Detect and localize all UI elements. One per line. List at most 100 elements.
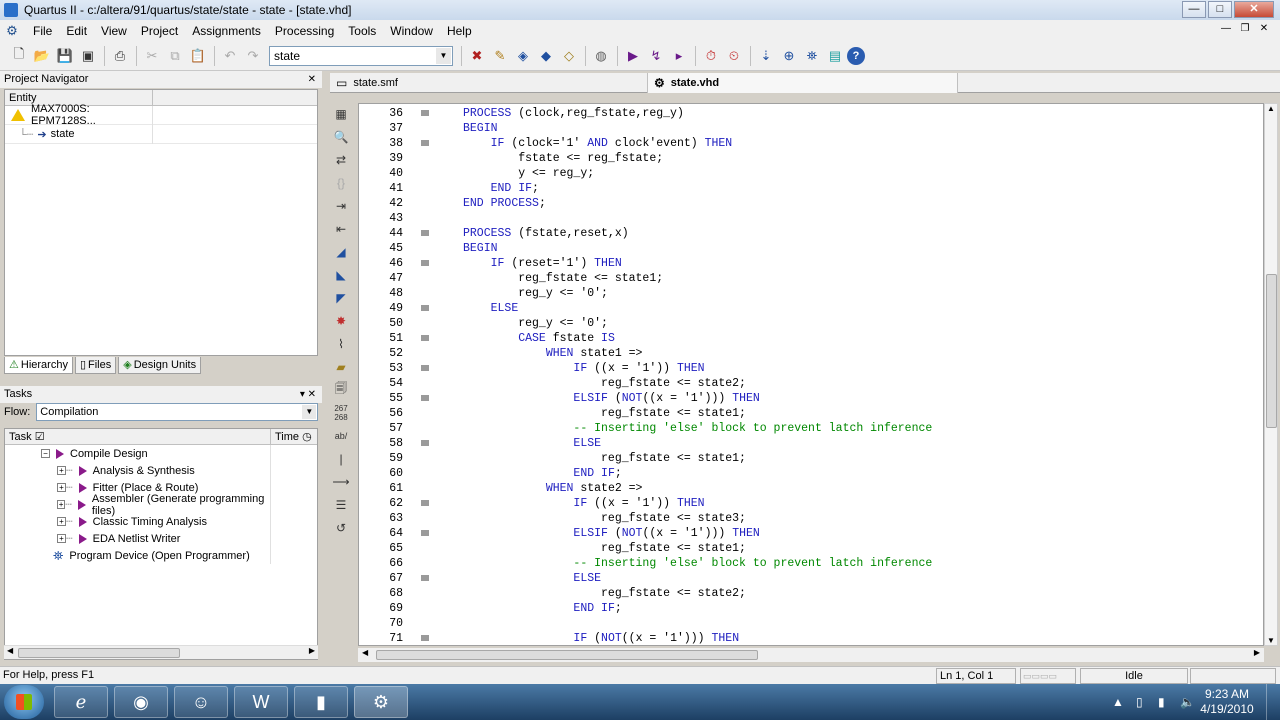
task-column-header[interactable]: Task ☑ bbox=[5, 429, 271, 444]
tab-state-smf[interactable]: ▭ state.smf bbox=[330, 73, 648, 93]
open-folder-icon[interactable]: 📂 bbox=[31, 45, 53, 67]
fold-marker-icon[interactable] bbox=[421, 230, 429, 236]
tab-files[interactable]: ▯ Files bbox=[74, 357, 117, 374]
scroll-thumb[interactable] bbox=[376, 650, 758, 660]
analysis-synthesis-icon[interactable]: ↯ bbox=[645, 45, 667, 67]
code-line[interactable]: 71 IF (NOT((x = '1'))) THEN bbox=[359, 631, 1259, 645]
start-button[interactable] bbox=[4, 685, 44, 719]
code-line[interactable]: 38 IF (clock='1' AND clock'event) THEN bbox=[359, 136, 1259, 151]
play-icon[interactable] bbox=[78, 533, 87, 544]
attachment-icon[interactable]: ⌇ bbox=[330, 333, 352, 354]
task-hscrollbar[interactable]: ◀ ▶ bbox=[4, 645, 318, 659]
editor-hscrollbar[interactable]: ◀ ▶ bbox=[358, 648, 1264, 662]
menu-window[interactable]: Window bbox=[383, 24, 440, 38]
tab-state-vhd[interactable]: ⚙ state.vhd bbox=[648, 73, 958, 93]
code-line[interactable]: 60 END IF; bbox=[359, 466, 1259, 481]
insert-file-icon[interactable]: 🗐 bbox=[330, 379, 352, 400]
tab-hierarchy[interactable]: ⚠ Hierarchy bbox=[4, 357, 73, 374]
fold-marker-icon[interactable] bbox=[421, 335, 429, 341]
fold-marker-icon[interactable] bbox=[421, 140, 429, 146]
taskbar-clock[interactable]: 9:23 AM 4/19/2010 bbox=[1196, 687, 1258, 717]
window-icon[interactable]: ▦ bbox=[330, 103, 352, 124]
compiler-tool-icon[interactable]: ✖ bbox=[466, 45, 488, 67]
toggle-case-icon[interactable]: ab/ bbox=[330, 425, 352, 446]
editor-vscrollbar[interactable]: ▲ ▼ bbox=[1264, 103, 1278, 646]
fold-marker-icon[interactable] bbox=[421, 110, 429, 116]
align-icon[interactable]: ☰ bbox=[330, 494, 352, 515]
scroll-up-icon[interactable]: ▲ bbox=[1267, 104, 1275, 113]
stopwatch-icon[interactable]: ⏲ bbox=[723, 45, 745, 67]
code-line[interactable]: 51 CASE fstate IS bbox=[359, 331, 1259, 346]
code-line[interactable]: 58 ELSE bbox=[359, 436, 1259, 451]
start-compilation-icon[interactable]: ▶ bbox=[622, 45, 644, 67]
code-line[interactable]: 67 ELSE bbox=[359, 571, 1259, 586]
expand-icon[interactable]: + bbox=[57, 483, 66, 492]
expand-icon[interactable]: + bbox=[57, 466, 66, 475]
chip-editor-icon[interactable]: ▤ bbox=[824, 45, 846, 67]
fold-marker-icon[interactable] bbox=[421, 575, 429, 581]
code-line[interactable]: 53 IF ((x = '1')) THEN bbox=[359, 361, 1259, 376]
code-line[interactable]: 50 reg_y <= '0'; bbox=[359, 316, 1259, 331]
prev-bookmark-icon[interactable]: ◤ bbox=[330, 287, 352, 308]
taskbar-ie-icon[interactable]: ℯ bbox=[54, 686, 108, 718]
fold-marker-icon[interactable] bbox=[421, 635, 429, 641]
code-line[interactable]: 63 reg_fstate <= state3; bbox=[359, 511, 1259, 526]
play-icon[interactable] bbox=[78, 465, 87, 476]
document-menu-icon[interactable]: ⚙ bbox=[4, 23, 20, 39]
refresh-icon[interactable]: ↺ bbox=[330, 517, 352, 538]
task-analysis-synthesis[interactable]: + ┄ Analysis & Synthesis bbox=[5, 462, 317, 479]
tab-design-units[interactable]: ◈ Design Units bbox=[118, 357, 202, 374]
unindent-icon[interactable]: ⇤ bbox=[330, 218, 352, 239]
braces-icon[interactable]: {} bbox=[330, 172, 352, 193]
code-line[interactable]: 52 WHEN state1 => bbox=[359, 346, 1259, 361]
fold-marker-icon[interactable] bbox=[421, 365, 429, 371]
code-line[interactable]: 43 bbox=[359, 211, 1259, 226]
menu-view[interactable]: View bbox=[94, 24, 134, 38]
clear-bookmarks-icon[interactable]: ✸ bbox=[330, 310, 352, 331]
task-compile-design[interactable]: − Compile Design bbox=[5, 445, 317, 462]
code-line[interactable]: 59 reg_fstate <= state1; bbox=[359, 451, 1259, 466]
cursor-icon[interactable]: | bbox=[330, 448, 352, 469]
play-icon[interactable] bbox=[77, 499, 86, 510]
code-line[interactable]: 62 IF ((x = '1')) THEN bbox=[359, 496, 1259, 511]
new-file-icon[interactable]: 🗋 bbox=[8, 45, 30, 67]
volume-icon[interactable]: 🔈 bbox=[1180, 695, 1195, 709]
task-assembler[interactable]: + ┄ Assembler (Generate programming files) bbox=[5, 493, 317, 517]
taskbar-chrome-icon[interactable]: ◉ bbox=[114, 686, 168, 718]
code-line[interactable]: 42 END PROCESS; bbox=[359, 196, 1259, 211]
time-column-header[interactable]: Time ◷ bbox=[271, 429, 317, 444]
find-icon[interactable]: 🔍 bbox=[330, 126, 352, 147]
expand-icon[interactable]: + bbox=[57, 500, 66, 509]
menu-assignments[interactable]: Assignments bbox=[185, 24, 268, 38]
scroll-thumb[interactable] bbox=[1266, 274, 1277, 428]
battery-icon[interactable]: ▯ bbox=[1136, 695, 1143, 709]
play-icon[interactable] bbox=[56, 448, 64, 459]
code-line[interactable]: 36 PROCESS (clock,reg_fstate,reg_y) bbox=[359, 106, 1259, 121]
fold-marker-icon[interactable] bbox=[421, 395, 429, 401]
chevron-down-icon[interactable]: ▼ bbox=[436, 47, 451, 64]
menu-help[interactable]: Help bbox=[440, 24, 479, 38]
code-editor[interactable]: 36 PROCESS (clock,reg_fstate,reg_y) 37 BEGI… bbox=[358, 103, 1264, 646]
code-line[interactable]: 70 bbox=[359, 616, 1259, 631]
copy-icon[interactable]: ⧉ bbox=[164, 45, 186, 67]
signaltap-icon[interactable]: ⛯ bbox=[801, 45, 823, 67]
flow-combo[interactable]: Compilation ▼ bbox=[36, 403, 319, 421]
code-line[interactable]: 66 -- Inserting 'else' block to prevent … bbox=[359, 556, 1259, 571]
code-line[interactable]: 46 IF (reset='1') THEN bbox=[359, 256, 1259, 271]
scroll-left-icon[interactable]: ◀ bbox=[7, 646, 13, 655]
chip-planner-icon[interactable]: ◈ bbox=[512, 45, 534, 67]
code-line[interactable]: 47 reg_fstate <= state1; bbox=[359, 271, 1259, 286]
task-eda-netlist[interactable]: + ┄ EDA Netlist Writer bbox=[5, 530, 317, 547]
entity-combo[interactable]: state ▼ bbox=[269, 45, 453, 66]
code-line[interactable]: 55 ELSIF (NOT((x = '1'))) THEN bbox=[359, 391, 1259, 406]
settings-icon[interactable]: ◇ bbox=[558, 45, 580, 67]
scroll-thumb[interactable] bbox=[18, 648, 180, 658]
task-program-device[interactable]: ⛯ Program Device (Open Programmer) bbox=[5, 547, 317, 564]
maximize-button[interactable]: □ bbox=[1208, 1, 1232, 18]
code-line[interactable]: 45 BEGIN bbox=[359, 241, 1259, 256]
doc-close-button[interactable]: ✕ bbox=[1256, 22, 1272, 37]
scroll-right-icon[interactable]: ▶ bbox=[1254, 648, 1260, 657]
code-line[interactable]: 37 BEGIN bbox=[359, 121, 1259, 136]
paste-icon[interactable]: 📋 bbox=[187, 45, 209, 67]
chevron-down-icon[interactable]: ▼ bbox=[302, 405, 317, 419]
